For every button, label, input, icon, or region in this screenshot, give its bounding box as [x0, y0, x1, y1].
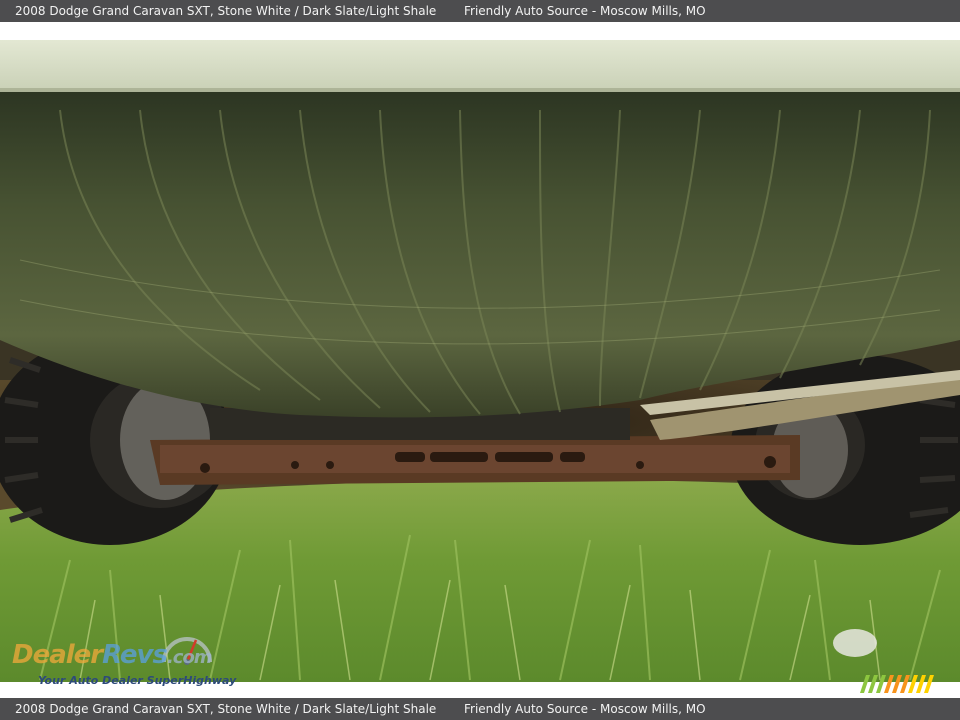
- vehicle-underbody-photo: [0, 40, 960, 682]
- logo-stripe: [900, 675, 910, 693]
- logo-stripe: [860, 675, 870, 693]
- logo-stripe: [884, 675, 894, 693]
- top-vehicle-caption: 2008 Dodge Grand Caravan SXT, Stone Whit…: [15, 4, 437, 18]
- bottom-caption-bar: 2008 Dodge Grand Caravan SXT, Stone Whit…: [0, 698, 960, 720]
- bottom-vehicle-caption: 2008 Dodge Grand Caravan SXT, Stone Whit…: [15, 702, 437, 716]
- brand-part-dealer: Dealer: [12, 640, 103, 670]
- logo-stripe: [868, 675, 878, 693]
- logo-stripe: [908, 675, 918, 693]
- dealerrevs-watermark: DealerRevs.com Your Auto Dealer SuperHig…: [10, 626, 270, 694]
- brand-part-revs: Revs: [102, 640, 168, 670]
- logo-stripe: [924, 675, 934, 693]
- striped-logo-icon: [860, 675, 934, 693]
- top-dealer-caption: Friendly Auto Source - Moscow Mills, MO: [464, 4, 706, 18]
- logo-stripe: [916, 675, 926, 693]
- dealerrevs-brand: DealerRevs.com: [12, 640, 213, 670]
- brand-part-dotcom: .com: [166, 647, 213, 668]
- dealerrevs-tagline: Your Auto Dealer SuperHighway: [38, 674, 237, 687]
- top-caption-bar: 2008 Dodge Grand Caravan SXT, Stone Whit…: [0, 0, 960, 22]
- bottom-dealer-caption: Friendly Auto Source - Moscow Mills, MO: [464, 702, 706, 716]
- logo-stripe: [876, 675, 886, 693]
- logo-stripe: [892, 675, 902, 693]
